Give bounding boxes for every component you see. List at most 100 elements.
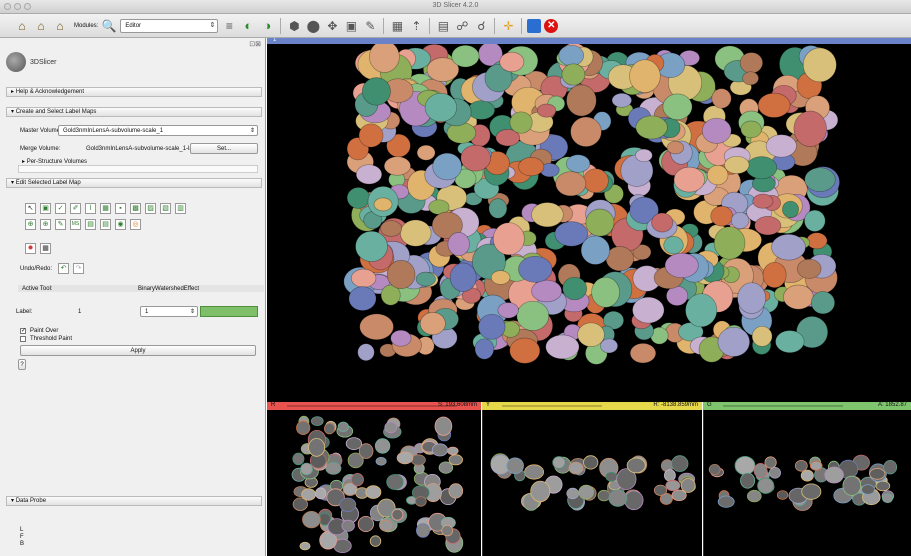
particle-mark	[355, 164, 383, 185]
particle-mark	[771, 233, 806, 261]
particle-mark	[415, 523, 430, 538]
data-icon[interactable]: ▣	[343, 18, 359, 34]
section-create-label-maps[interactable]: ▾ Create and Select Label Maps	[6, 107, 262, 117]
module-selector[interactable]: Editor ⇕	[120, 18, 219, 33]
particle-mark	[492, 222, 525, 256]
master-volume-combo[interactable]: Gold3nmInLensA-subvolume-scale_1 ⇕	[58, 125, 258, 136]
green-slice-canvas[interactable]	[704, 410, 911, 556]
particle-mark	[358, 443, 374, 459]
particle-mark	[432, 152, 463, 181]
section-help[interactable]: ▸ Help & Acknowledgement	[6, 87, 262, 97]
particle-mark	[730, 211, 750, 230]
particle-mark	[346, 187, 371, 209]
particle-mark	[365, 485, 382, 499]
label-options-icon[interactable]: ▦	[40, 243, 51, 254]
module-search-icon[interactable]: 🔍	[101, 18, 117, 34]
red-slice-view[interactable]	[267, 410, 481, 556]
per-structure-volumes-toggle[interactable]: ▸ Per-Structure Volumes	[22, 158, 87, 165]
level-tracing-icon[interactable]: ⌇	[85, 203, 96, 214]
particle-mark	[345, 437, 363, 450]
yellow-slice-canvas[interactable]	[483, 410, 702, 556]
watershed-effect-icon[interactable]: ◎	[130, 219, 141, 230]
dilate-label-icon[interactable]: ⊕	[25, 219, 36, 230]
paint-effect-icon[interactable]: ✓	[55, 203, 66, 214]
label-color-swatch[interactable]	[200, 306, 258, 317]
python-console-icon[interactable]	[527, 18, 542, 33]
screenshot-icon[interactable]: ▤	[435, 18, 451, 34]
rectangle-effect-icon[interactable]: ▦	[100, 203, 111, 214]
set-merge-volume-button[interactable]: Set...	[190, 143, 258, 154]
label-spinbox[interactable]: 1 ⇕	[140, 306, 198, 317]
section-data-probe[interactable]: ▾ Data Probe	[6, 496, 262, 506]
help-button[interactable]: ?	[18, 359, 26, 370]
particle-mark	[757, 477, 775, 494]
3d-render-canvas[interactable]	[267, 44, 911, 402]
green-slice-bar[interactable]: G A: 1852.87	[703, 402, 911, 410]
particle-mark	[583, 168, 609, 194]
editor-icon[interactable]: ✎	[362, 18, 378, 34]
particle-mark	[324, 422, 336, 435]
forward-arrow-icon[interactable]: ◑	[259, 18, 275, 34]
remove-islands-icon[interactable]: ▨	[145, 203, 156, 214]
crosshair-link-icon[interactable]: ☍	[454, 18, 470, 34]
green-slice-slider[interactable]	[723, 405, 843, 407]
identify-islands-icon[interactable]: ▪	[115, 203, 126, 214]
mouse-mode-icon[interactable]: ⇡	[408, 18, 424, 34]
wand-effect-icon[interactable]: ▤	[100, 219, 111, 230]
particle-mark	[337, 421, 349, 432]
save-island-icon[interactable]: ▧	[160, 203, 171, 214]
redo-icon[interactable]: ↷	[73, 263, 84, 274]
change-label-effect-icon[interactable]: ✎	[55, 219, 66, 230]
grow-cut-icon[interactable]: ▤	[85, 219, 96, 230]
default-tool-icon[interactable]: ↖	[25, 203, 36, 214]
undo-icon[interactable]: ↶	[58, 263, 69, 274]
load-dicom-icon[interactable]: ⌂	[33, 18, 49, 34]
module-list-icon[interactable]: ≡	[221, 18, 237, 34]
particle-mark	[315, 487, 327, 500]
view-link-icon[interactable]: ☌	[473, 18, 489, 34]
per-structure-volumes-box	[18, 165, 258, 173]
particle-mark	[861, 484, 875, 495]
particle-mark	[701, 117, 732, 144]
3d-view[interactable]: 1	[267, 38, 911, 402]
threshold-paint-checkbox[interactable]	[20, 336, 26, 342]
load-data-icon[interactable]: ⌂	[14, 18, 30, 34]
red-slice-bar[interactable]: R S: 193.608mm	[267, 402, 481, 410]
change-label-icon[interactable]: ▣	[40, 203, 51, 214]
section-edit-label-map[interactable]: ▾ Edit Selected Label Map	[6, 178, 262, 188]
threshold-effect-icon[interactable]: ⊕	[40, 219, 51, 230]
particle-mark	[434, 416, 453, 436]
volumes-icon[interactable]: ⬤	[305, 18, 321, 34]
particle-mark	[717, 495, 735, 508]
yellow-slice-slider[interactable]	[502, 405, 602, 407]
color-picker-icon[interactable]: ✹	[25, 243, 36, 254]
particle-mark	[558, 44, 585, 67]
particle-mark	[350, 268, 377, 288]
change-island-icon[interactable]: ▩	[130, 203, 141, 214]
layout-icon[interactable]: ▦	[389, 18, 405, 34]
models-icon[interactable]: ⬢	[286, 18, 302, 34]
paint-over-checkbox[interactable]: ✓	[20, 328, 26, 334]
red-slice-slider[interactable]	[287, 405, 457, 407]
error-log-icon[interactable]: ✕	[544, 18, 559, 33]
crosshair-icon[interactable]: ✛	[500, 18, 516, 34]
particle-mark	[339, 497, 357, 513]
toolbar-separator	[494, 17, 496, 34]
back-arrow-icon[interactable]: ◐	[240, 18, 256, 34]
particle-mark	[310, 416, 324, 427]
erode-label-icon[interactable]: ▥	[175, 203, 186, 214]
particle-mark	[380, 220, 403, 237]
apply-button[interactable]: Apply	[20, 345, 256, 356]
transforms-icon[interactable]: ✥	[324, 18, 340, 34]
panel-float-close-icon[interactable]: ⊡⊠	[249, 40, 261, 48]
fast-marching-icon[interactable]: ◉	[115, 219, 126, 230]
yellow-slice-view[interactable]	[482, 410, 702, 556]
particle-mark	[605, 246, 634, 272]
yellow-slice-bar[interactable]: Y R: -8138.859mm	[482, 402, 702, 410]
red-slice-canvas[interactable]	[267, 410, 481, 556]
make-model-icon[interactable]: MS	[70, 219, 81, 230]
draw-effect-icon[interactable]: ✐	[70, 203, 81, 214]
save-icon[interactable]: ⌂	[52, 18, 68, 34]
particle-mark	[713, 226, 746, 260]
green-slice-view[interactable]	[703, 410, 911, 556]
